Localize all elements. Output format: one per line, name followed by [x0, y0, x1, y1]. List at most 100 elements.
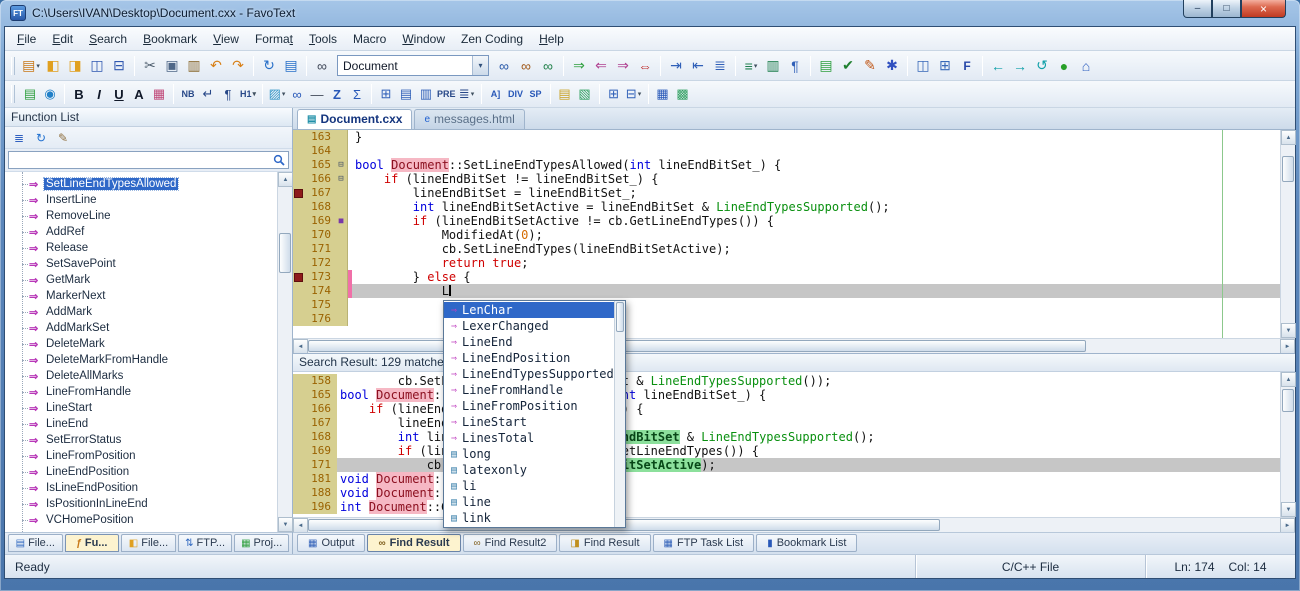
toolbar-grip[interactable] [11, 85, 15, 103]
split-window-icon[interactable]: ◫ [912, 55, 934, 77]
split-window2-icon[interactable]: ⊞ [934, 55, 956, 77]
layout-icon[interactable]: ⊟▾ [624, 84, 644, 104]
layout-icon-dropdown-arrow[interactable]: ▾ [638, 90, 642, 98]
scroll-thumb[interactable] [1282, 389, 1294, 412]
toolbar-grip[interactable] [11, 57, 15, 75]
record-icon[interactable]: ● [1053, 55, 1075, 77]
home-icon[interactable]: ⌂ [1075, 55, 1097, 77]
zen-icon[interactable]: Z [327, 84, 347, 104]
function-item[interactable]: ⇒AddMarkSet [5, 320, 277, 336]
autocomplete-item[interactable]: ⇒LineStart [444, 414, 614, 430]
back-icon[interactable]: ← [987, 55, 1009, 77]
find-result-book-tab[interactable]: ◨Find Result [559, 534, 650, 552]
code-line-176[interactable]: 176 [293, 312, 1280, 326]
autocomplete-item[interactable]: ⇒LineEndPosition [444, 350, 614, 366]
scroll-right-icon[interactable]: ► [1280, 339, 1295, 354]
function-item[interactable]: ⇒LineEndPosition [5, 464, 277, 480]
function-item[interactable]: ⇒DeleteMark [5, 336, 277, 352]
italic-icon[interactable]: I [89, 84, 109, 104]
bookmark-clear-icon[interactable]: ⇔ [634, 55, 656, 77]
code-line-163[interactable]: 163} [293, 130, 1280, 144]
function-item[interactable]: ⇒LineStart [5, 400, 277, 416]
search-vertical-scrollbar[interactable]: ▲ ▼ [1280, 372, 1295, 517]
new-file-icon[interactable]: ▤▾ [20, 55, 42, 77]
sum-icon[interactable]: Σ [347, 84, 367, 104]
function-filter-input[interactable] [9, 152, 270, 168]
scroll-up-icon[interactable]: ▲ [1281, 130, 1296, 145]
autocomplete-item[interactable]: ▤link [444, 510, 614, 526]
code-line-171[interactable]: 171 cb.SetLineEndTypes(lineEndBitSetActi… [293, 242, 1280, 256]
autocomplete-item[interactable]: ⇒LineEndTypesSupported [444, 366, 614, 382]
function-item[interactable]: ⇒LineFromHandle [5, 384, 277, 400]
function-list-scrollbar[interactable]: ▲ ▼ [277, 172, 292, 532]
combobox-dropdown-icon[interactable]: ▾ [472, 56, 488, 75]
output-tab[interactable]: ▦Output [297, 534, 365, 552]
menu-item-window[interactable]: Window [394, 29, 453, 49]
menu-item-format[interactable]: Format [247, 29, 301, 49]
div-tag-icon[interactable]: DIV [506, 84, 526, 104]
menu-item-edit[interactable]: Edit [44, 29, 81, 49]
maximize-button[interactable]: □ [1212, 0, 1241, 18]
autocomplete-item[interactable]: ▤li [444, 478, 614, 494]
code-line-172[interactable]: 172 return true; [293, 256, 1280, 270]
scroll-right-icon[interactable]: ► [1280, 518, 1295, 533]
code-line-165[interactable]: 165⊟bool Document::SetLineEndTypesAllowe… [293, 158, 1280, 172]
autocomplete-item[interactable]: ⇒LineFromPosition [444, 398, 614, 414]
editor-code[interactable]: 163}164165⊟bool Document::SetLineEndType… [293, 130, 1280, 338]
nbsp-icon[interactable]: NB [178, 84, 198, 104]
tab-document-cxx[interactable]: ▤Document.cxx [297, 109, 412, 129]
editor-vertical-scrollbar[interactable]: ▲ ▼ [1280, 130, 1295, 338]
recent-icon[interactable]: ↺ [1031, 55, 1053, 77]
function-item[interactable]: ⇒MarkerNext [5, 288, 277, 304]
ftp-task-list-tab[interactable]: ▦FTP Task List [653, 534, 755, 552]
autocomplete-item[interactable]: ▤line [444, 494, 614, 510]
browser-preview-icon[interactable]: ◉ [40, 84, 60, 104]
code-line-169[interactable]: 169 if (lineEndBitSetActive != cb.GetLin… [293, 444, 1280, 458]
function-item[interactable]: ⇒DeleteAllMarks [5, 368, 277, 384]
menu-item-macro[interactable]: Macro [345, 29, 394, 49]
photo-icon[interactable]: ▩ [673, 84, 693, 104]
menu-item-file[interactable]: File [9, 29, 44, 49]
format-lines-icon[interactable]: ≣ [709, 55, 731, 77]
snippet-icon[interactable]: ▤ [815, 55, 837, 77]
ftp-tab[interactable]: ⇅FTP... [178, 534, 233, 552]
code-line-171[interactable]: 171 cb.SetLineEndTypes(lineEndBitSetActi… [293, 458, 1280, 472]
function-item[interactable]: ⇒SetSavePoint [5, 256, 277, 272]
code-line-167[interactable]: 167 lineEndBitSet = lineEndBitSet_; [293, 416, 1280, 430]
forward-icon[interactable]: → [1009, 55, 1031, 77]
function-item[interactable]: ⇒LineEnd [5, 416, 277, 432]
code-line-170[interactable]: 170 ModifiedAt(0); [293, 228, 1280, 242]
image-icon[interactable]: ▨▾ [267, 84, 287, 104]
autocomplete-item[interactable]: ⇒LinesTotal [444, 430, 614, 446]
save-icon[interactable]: ◫ [86, 55, 108, 77]
grid-icon[interactable]: ⊞ [604, 84, 624, 104]
link-icon[interactable]: ∞ [287, 84, 307, 104]
code-line-174[interactable]: 174 L [293, 284, 1280, 298]
spellcheck-icon[interactable]: ✔ [837, 55, 859, 77]
outdent-icon[interactable]: ⇤ [687, 55, 709, 77]
autocomplete-item[interactable]: ⇒LenChar [444, 302, 614, 318]
function-item[interactable]: ⇒DeleteMarkFromHandle [5, 352, 277, 368]
scroll-left-icon[interactable]: ◄ [293, 339, 308, 354]
paragraph-icon[interactable]: ¶ [218, 84, 238, 104]
fullscreen-icon[interactable]: F [956, 55, 978, 77]
function-item[interactable]: ⇒IsPositionInLineEnd [5, 496, 277, 512]
column-mode-icon[interactable]: ▥ [762, 55, 784, 77]
functions-tab[interactable]: ƒFu... [65, 534, 120, 552]
find-next-icon[interactable]: ∞ [493, 55, 515, 77]
find-in-files-icon[interactable]: ∞ [515, 55, 537, 77]
function-item[interactable]: ⇒GetMark [5, 272, 277, 288]
code-line-165[interactable]: 165bool Document::SetLineEndTypesAllowed… [293, 388, 1280, 402]
refresh-icon[interactable]: ↻ [31, 129, 51, 147]
new-file-icon-dropdown-arrow[interactable]: ▾ [36, 62, 40, 70]
sort-lines-icon[interactable]: ≡▾ [740, 55, 762, 77]
line-break-icon[interactable]: ↵ [198, 84, 218, 104]
menu-item-search[interactable]: Search [81, 29, 135, 49]
hr-icon[interactable]: — [307, 84, 327, 104]
menu-item-zen-coding[interactable]: Zen Coding [453, 29, 531, 49]
list-icon[interactable]: ≣▾ [457, 84, 477, 104]
cut-icon[interactable]: ✂ [139, 55, 161, 77]
scroll-track[interactable] [1281, 145, 1295, 323]
search-icon[interactable] [270, 154, 288, 166]
scroll-up-icon[interactable]: ▲ [278, 172, 293, 187]
